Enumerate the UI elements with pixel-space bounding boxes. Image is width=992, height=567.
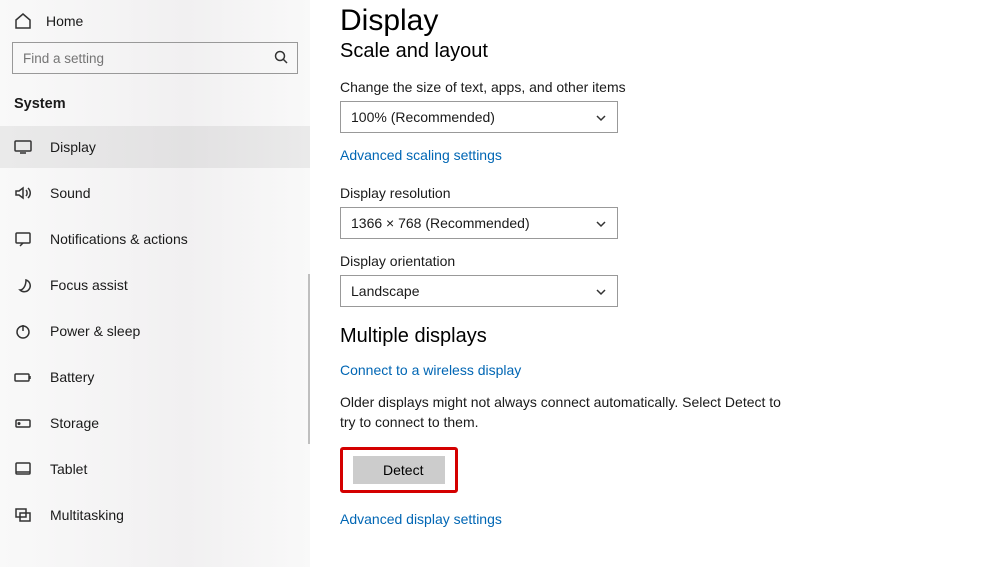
- scale-label: Change the size of text, apps, and other…: [340, 79, 952, 95]
- advanced-display-link[interactable]: Advanced display settings: [340, 511, 952, 527]
- sidebar-item-label: Display: [50, 139, 96, 155]
- sidebar-item-label: Storage: [50, 415, 99, 431]
- wireless-display-link[interactable]: Connect to a wireless display: [340, 362, 952, 378]
- sidebar-item-sound[interactable]: Sound: [0, 172, 310, 214]
- search-container: [0, 38, 310, 90]
- scale-value: 100% (Recommended): [351, 109, 495, 125]
- resolution-dropdown[interactable]: 1366 × 768 (Recommended): [340, 207, 618, 239]
- battery-icon: [14, 368, 32, 386]
- home-nav-item[interactable]: Home: [0, 0, 310, 38]
- sidebar-item-label: Multitasking: [50, 507, 124, 523]
- multiple-displays-header: Multiple displays: [340, 325, 952, 348]
- sidebar-item-notifications[interactable]: Notifications & actions: [0, 218, 310, 260]
- detect-highlight: Detect: [340, 447, 458, 493]
- chevron-down-icon: [595, 111, 607, 123]
- orientation-label: Display orientation: [340, 253, 952, 269]
- nav-list: Display Sound Notifications & actions Fo…: [0, 126, 310, 536]
- sidebar-item-battery[interactable]: Battery: [0, 356, 310, 398]
- scale-header: Scale and layout: [340, 40, 952, 63]
- chevron-down-icon: [595, 217, 607, 229]
- main-content: Display Scale and layout Change the size…: [310, 0, 992, 567]
- search-input[interactable]: [12, 42, 298, 74]
- focus-assist-icon: [14, 276, 32, 294]
- sidebar-item-label: Focus assist: [50, 277, 128, 293]
- scrollbar[interactable]: [308, 274, 310, 444]
- section-title: System: [0, 90, 310, 126]
- home-icon: [14, 12, 32, 30]
- search-icon: [274, 50, 288, 64]
- display-icon: [14, 138, 32, 156]
- page-title: Display: [340, 4, 952, 38]
- sidebar-item-multitasking[interactable]: Multitasking: [0, 494, 310, 536]
- sidebar-item-label: Tablet: [50, 461, 87, 477]
- resolution-value: 1366 × 768 (Recommended): [351, 215, 530, 231]
- advanced-scaling-link[interactable]: Advanced scaling settings: [340, 147, 952, 163]
- detect-button[interactable]: Detect: [353, 456, 445, 484]
- notifications-icon: [14, 230, 32, 248]
- sidebar-item-label: Sound: [50, 185, 90, 201]
- sidebar-item-focus-assist[interactable]: Focus assist: [0, 264, 310, 306]
- orientation-value: Landscape: [351, 283, 420, 299]
- sidebar-item-display[interactable]: Display: [0, 126, 310, 168]
- sidebar-item-storage[interactable]: Storage: [0, 402, 310, 444]
- tablet-icon: [14, 460, 32, 478]
- power-icon: [14, 322, 32, 340]
- chevron-down-icon: [595, 285, 607, 297]
- orientation-dropdown[interactable]: Landscape: [340, 275, 618, 307]
- scale-dropdown[interactable]: 100% (Recommended): [340, 101, 618, 133]
- home-label: Home: [46, 13, 83, 29]
- sidebar-item-label: Notifications & actions: [50, 231, 188, 247]
- storage-icon: [14, 414, 32, 432]
- sidebar-item-label: Battery: [50, 369, 94, 385]
- sound-icon: [14, 184, 32, 202]
- sidebar-item-power[interactable]: Power & sleep: [0, 310, 310, 352]
- detect-description: Older displays might not always connect …: [340, 392, 790, 433]
- settings-sidebar: Home System Display Sound Notifications …: [0, 0, 310, 567]
- sidebar-item-tablet[interactable]: Tablet: [0, 448, 310, 490]
- resolution-label: Display resolution: [340, 185, 952, 201]
- sidebar-item-label: Power & sleep: [50, 323, 140, 339]
- multitasking-icon: [14, 506, 32, 524]
